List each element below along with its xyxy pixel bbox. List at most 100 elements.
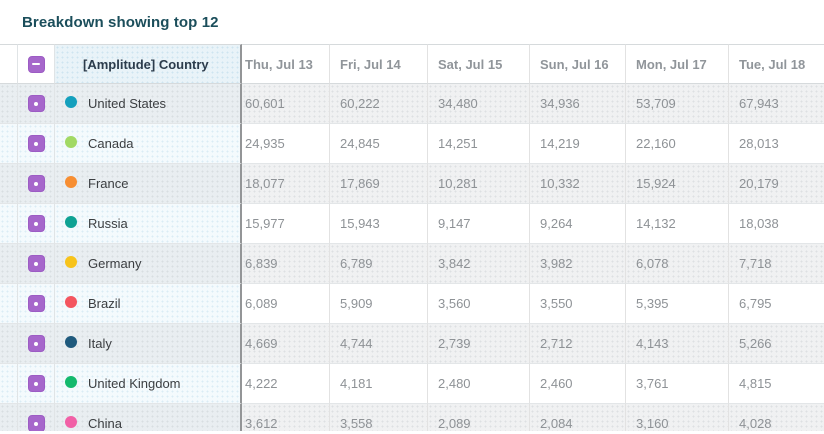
column-header-day-0: Thu, Jul 13 xyxy=(242,44,330,84)
value-cell: 18,038 xyxy=(729,204,824,244)
value-cell: 15,924 xyxy=(626,164,729,204)
row-checkbox-cell xyxy=(18,364,55,404)
row-checkbox[interactable] xyxy=(27,255,45,273)
value-cell: 6,795 xyxy=(729,284,824,324)
row-checkbox-cell xyxy=(18,284,55,324)
series-color-dot xyxy=(65,336,77,349)
value-cell: 3,550 xyxy=(530,284,626,324)
value-cell: 5,266 xyxy=(729,324,824,364)
value-cell: 3,982 xyxy=(530,244,626,284)
row-checkbox-cell xyxy=(18,164,55,204)
select-all-checkbox[interactable] xyxy=(27,55,45,73)
series-color-dot xyxy=(65,96,77,109)
value-cell: 5,395 xyxy=(626,284,729,324)
column-header-day-5: Tue, Jul 18 xyxy=(729,44,824,84)
value-cell: 28,013 xyxy=(729,124,824,164)
row-checkbox[interactable] xyxy=(27,335,45,353)
country-cell: Russia xyxy=(55,204,242,244)
value-cell: 3,160 xyxy=(626,404,729,434)
country-name: Germany xyxy=(88,256,142,272)
value-cell: 2,712 xyxy=(530,324,626,364)
value-cell: 2,089 xyxy=(428,404,530,434)
value-cell: 6,078 xyxy=(626,244,729,284)
table-row: China 3,612 3,558 2,089 2,084 3,160 4,028 xyxy=(0,404,824,434)
row-gutter xyxy=(0,244,18,284)
country-name: China xyxy=(88,416,122,432)
series-color-dot xyxy=(65,416,77,429)
value-cell: 14,251 xyxy=(428,124,530,164)
country-cell: United States xyxy=(55,84,242,124)
series-color-dot xyxy=(65,176,77,189)
series-color-dot xyxy=(65,376,77,389)
breakdown-panel: Breakdown showing top 12 [Amplitude] Cou… xyxy=(0,0,824,434)
row-checkbox[interactable] xyxy=(27,175,45,193)
value-cell: 3,761 xyxy=(626,364,729,404)
series-color-dot xyxy=(65,136,77,149)
value-cell: 7,718 xyxy=(729,244,824,284)
value-cell: 10,281 xyxy=(428,164,530,204)
row-checkbox[interactable] xyxy=(27,215,45,233)
value-cell: 2,460 xyxy=(530,364,626,404)
value-cell: 22,160 xyxy=(626,124,729,164)
row-gutter xyxy=(0,404,18,434)
country-cell: China xyxy=(55,404,242,434)
row-checkbox[interactable] xyxy=(27,135,45,153)
row-checkbox-cell xyxy=(18,324,55,364)
country-name: United States xyxy=(88,96,167,112)
table-header-row: [Amplitude] Country Thu, Jul 13 Fri, Jul … xyxy=(0,44,824,84)
row-gutter xyxy=(0,124,18,164)
row-gutter xyxy=(0,324,18,364)
value-cell: 3,560 xyxy=(428,284,530,324)
value-cell: 9,264 xyxy=(530,204,626,244)
table-row: Italy 4,669 4,744 2,739 2,712 4,143 5,266 xyxy=(0,324,824,364)
country-cell: France xyxy=(55,164,242,204)
country-name: France xyxy=(88,176,129,192)
row-gutter xyxy=(0,364,18,404)
value-cell: 67,943 xyxy=(729,84,824,124)
row-checkbox[interactable] xyxy=(27,375,45,393)
value-cell: 3,558 xyxy=(330,404,428,434)
value-cell: 6,839 xyxy=(242,244,330,284)
series-color-dot xyxy=(65,256,77,269)
value-cell: 24,845 xyxy=(330,124,428,164)
row-checkbox[interactable] xyxy=(27,415,45,433)
title-bar: Breakdown showing top 12 xyxy=(0,0,824,44)
table-row: Russia 15,977 15,943 9,147 9,264 14,132 18,038 xyxy=(0,204,824,244)
value-cell: 6,789 xyxy=(330,244,428,284)
row-checkbox[interactable] xyxy=(27,95,45,113)
country-column-header: [Amplitude] Country xyxy=(55,44,242,84)
row-checkbox-cell xyxy=(18,244,55,284)
row-checkbox-cell xyxy=(18,404,55,434)
table-row: Canada 24,935 24,845 14,251 14,219 22,160 28,0… xyxy=(0,124,824,164)
value-cell: 3,612 xyxy=(242,404,330,434)
country-cell: United Kingdom xyxy=(55,364,242,404)
row-gutter xyxy=(0,204,18,244)
country-cell: Brazil xyxy=(55,284,242,324)
value-cell: 34,480 xyxy=(428,84,530,124)
country-name: Russia xyxy=(88,216,128,232)
value-cell: 15,977 xyxy=(242,204,330,244)
series-color-dot xyxy=(65,216,77,229)
panel-title: Breakdown showing top 12 xyxy=(22,13,219,31)
value-cell: 4,143 xyxy=(626,324,729,364)
row-gutter xyxy=(0,164,18,204)
row-gutter xyxy=(0,84,18,124)
value-cell: 60,601 xyxy=(242,84,330,124)
value-cell: 5,909 xyxy=(330,284,428,324)
column-header-day-1: Fri, Jul 14 xyxy=(330,44,428,84)
row-checkbox[interactable] xyxy=(27,295,45,313)
column-header-day-4: Mon, Jul 17 xyxy=(626,44,729,84)
column-header-day-3: Sun, Jul 16 xyxy=(530,44,626,84)
value-cell: 20,179 xyxy=(729,164,824,204)
value-cell: 53,709 xyxy=(626,84,729,124)
country-name: Brazil xyxy=(88,296,121,312)
select-all-cell xyxy=(18,44,55,84)
value-cell: 10,332 xyxy=(530,164,626,204)
value-cell: 14,219 xyxy=(530,124,626,164)
value-cell: 60,222 xyxy=(330,84,428,124)
value-cell: 4,222 xyxy=(242,364,330,404)
row-checkbox-cell xyxy=(18,124,55,164)
country-cell: Germany xyxy=(55,244,242,284)
value-cell: 4,815 xyxy=(729,364,824,404)
row-gutter xyxy=(0,284,18,324)
